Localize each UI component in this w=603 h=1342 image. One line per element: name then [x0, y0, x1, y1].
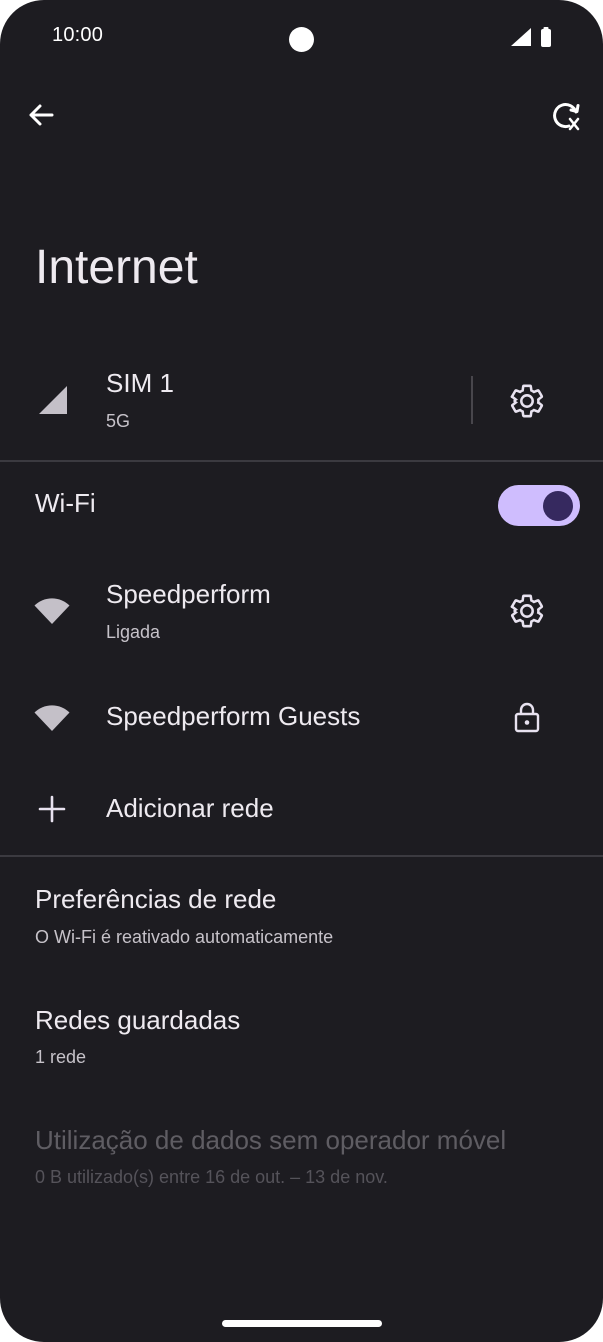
add-network-label: Adicionar rede [106, 793, 274, 823]
toggle-knob [543, 491, 573, 521]
cell-signal-icon [510, 27, 532, 52]
network-preferences-subtitle: O Wi-Fi é reativado automaticamente [35, 927, 334, 947]
wifi-label: Wi-Fi [35, 488, 96, 518]
wifi-network-status: Ligada [106, 622, 161, 642]
cell-signal-icon [38, 385, 68, 420]
network-reset-button[interactable] [547, 96, 587, 136]
wifi-toggle-switch[interactable] [498, 485, 580, 526]
wifi-network-name: Speedperform Guests [106, 701, 361, 731]
wifi-icon [34, 704, 70, 737]
battery-icon [540, 27, 552, 52]
divider [0, 460, 603, 462]
wifi-icon [34, 597, 70, 630]
status-time: 10:00 [52, 24, 104, 46]
network-preferences-item[interactable]: Preferências de rede O Wi-Fi é reativado… [0, 870, 603, 960]
gesture-nav-handle[interactable] [222, 1320, 382, 1327]
arrow-back-icon [29, 104, 54, 126]
sim-row[interactable]: SIM 1 5G [0, 355, 470, 455]
sim-name: SIM 1 [106, 368, 174, 398]
wifi-network-name: Speedperform [106, 579, 271, 609]
phone-screen: 10:00 Internet SIM 1 5G Wi-Fi Speedperfo… [0, 0, 603, 1342]
wifi-network-settings-button[interactable] [508, 592, 546, 630]
data-usage-title: Utilização de dados sem operador móvel [35, 1125, 507, 1155]
vertical-divider [471, 376, 473, 424]
add-network-button[interactable]: Adicionar rede [0, 775, 603, 845]
saved-networks-title: Redes guardadas [35, 1005, 241, 1035]
non-carrier-data-usage-item: Utilização de dados sem operador móvel 0… [0, 1110, 603, 1200]
wifi-network-item[interactable]: Speedperform Ligada [0, 565, 490, 660]
lock-icon [514, 701, 540, 738]
wifi-network-item[interactable]: Speedperform Guests [0, 675, 603, 760]
network-preferences-title: Preferências de rede [35, 884, 277, 914]
saved-networks-subtitle: 1 rede [35, 1047, 87, 1067]
gear-icon [510, 384, 544, 418]
data-usage-subtitle: 0 B utilizado(s) entre 16 de out. – 13 d… [35, 1167, 388, 1187]
sim-settings-button[interactable] [508, 382, 546, 420]
network-reset-icon [553, 103, 580, 131]
sim-network: 5G [106, 411, 131, 431]
saved-networks-item[interactable]: Redes guardadas 1 rede [0, 990, 603, 1080]
page-title: Internet [35, 241, 198, 294]
divider [0, 855, 603, 857]
back-button[interactable] [22, 96, 60, 134]
gear-icon [510, 594, 544, 628]
camera-cutout [289, 27, 314, 52]
plus-icon [38, 795, 66, 828]
